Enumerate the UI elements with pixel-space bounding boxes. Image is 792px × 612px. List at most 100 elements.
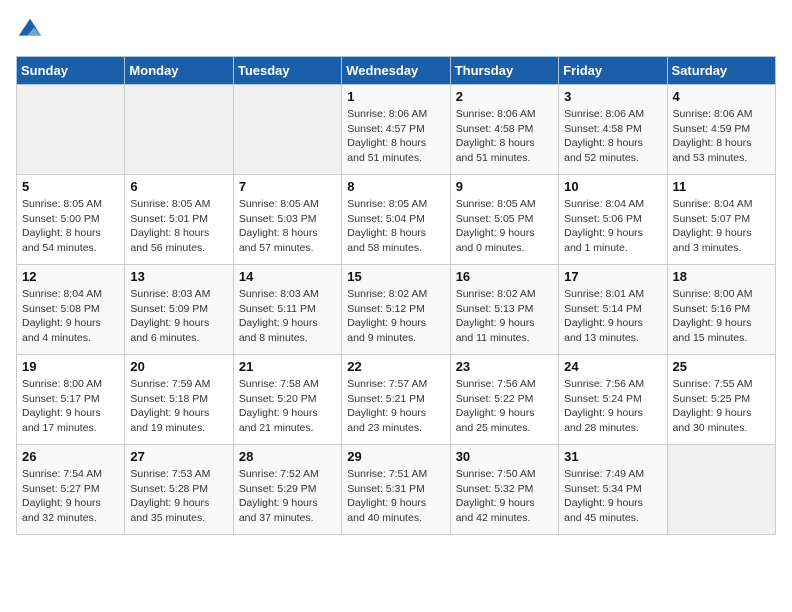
calendar-day-cell: 5 Sunrise: 8:05 AMSunset: 5:00 PMDayligh… [17,175,125,265]
header-sunday: Sunday [17,57,125,85]
calendar-day-cell [667,445,775,535]
day-info: Sunrise: 8:01 AMSunset: 5:14 PMDaylight:… [564,287,661,346]
calendar-day-cell: 15 Sunrise: 8:02 AMSunset: 5:12 PMDaylig… [342,265,450,355]
day-info: Sunrise: 8:04 AMSunset: 5:06 PMDaylight:… [564,197,661,256]
calendar-day-cell: 19 Sunrise: 8:00 AMSunset: 5:17 PMDaylig… [17,355,125,445]
day-number: 9 [456,179,553,194]
day-info: Sunrise: 7:49 AMSunset: 5:34 PMDaylight:… [564,467,661,526]
day-info: Sunrise: 8:03 AMSunset: 5:09 PMDaylight:… [130,287,227,346]
day-info: Sunrise: 8:02 AMSunset: 5:12 PMDaylight:… [347,287,444,346]
day-number: 22 [347,359,444,374]
calendar-day-cell: 12 Sunrise: 8:04 AMSunset: 5:08 PMDaylig… [17,265,125,355]
day-number: 29 [347,449,444,464]
day-number: 25 [673,359,770,374]
calendar-day-cell: 3 Sunrise: 8:06 AMSunset: 4:58 PMDayligh… [559,85,667,175]
day-number: 28 [239,449,336,464]
calendar-day-cell: 13 Sunrise: 8:03 AMSunset: 5:09 PMDaylig… [125,265,233,355]
calendar-day-cell: 23 Sunrise: 7:56 AMSunset: 5:22 PMDaylig… [450,355,558,445]
day-number: 18 [673,269,770,284]
calendar-body: 1 Sunrise: 8:06 AMSunset: 4:57 PMDayligh… [17,85,776,535]
day-info: Sunrise: 7:53 AMSunset: 5:28 PMDaylight:… [130,467,227,526]
day-info: Sunrise: 8:05 AMSunset: 5:05 PMDaylight:… [456,197,553,256]
calendar-day-cell: 7 Sunrise: 8:05 AMSunset: 5:03 PMDayligh… [233,175,341,265]
calendar-day-cell: 25 Sunrise: 7:55 AMSunset: 5:25 PMDaylig… [667,355,775,445]
day-number: 14 [239,269,336,284]
header-tuesday: Tuesday [233,57,341,85]
calendar-day-cell: 28 Sunrise: 7:52 AMSunset: 5:29 PMDaylig… [233,445,341,535]
day-info: Sunrise: 7:58 AMSunset: 5:20 PMDaylight:… [239,377,336,436]
day-number: 4 [673,89,770,104]
page-header [16,16,776,44]
day-number: 21 [239,359,336,374]
day-number: 30 [456,449,553,464]
day-info: Sunrise: 7:59 AMSunset: 5:18 PMDaylight:… [130,377,227,436]
calendar-day-cell: 10 Sunrise: 8:04 AMSunset: 5:06 PMDaylig… [559,175,667,265]
calendar-day-cell: 9 Sunrise: 8:05 AMSunset: 5:05 PMDayligh… [450,175,558,265]
calendar-day-cell: 21 Sunrise: 7:58 AMSunset: 5:20 PMDaylig… [233,355,341,445]
calendar-week-row: 1 Sunrise: 8:06 AMSunset: 4:57 PMDayligh… [17,85,776,175]
day-info: Sunrise: 8:03 AMSunset: 5:11 PMDaylight:… [239,287,336,346]
day-info: Sunrise: 7:50 AMSunset: 5:32 PMDaylight:… [456,467,553,526]
day-info: Sunrise: 8:00 AMSunset: 5:16 PMDaylight:… [673,287,770,346]
calendar-day-cell [233,85,341,175]
calendar-day-cell: 17 Sunrise: 8:01 AMSunset: 5:14 PMDaylig… [559,265,667,355]
day-number: 8 [347,179,444,194]
day-number: 16 [456,269,553,284]
calendar-day-cell: 22 Sunrise: 7:57 AMSunset: 5:21 PMDaylig… [342,355,450,445]
day-number: 17 [564,269,661,284]
day-info: Sunrise: 8:05 AMSunset: 5:01 PMDaylight:… [130,197,227,256]
calendar-day-cell: 20 Sunrise: 7:59 AMSunset: 5:18 PMDaylig… [125,355,233,445]
day-info: Sunrise: 8:05 AMSunset: 5:00 PMDaylight:… [22,197,119,256]
header-saturday: Saturday [667,57,775,85]
calendar-day-cell: 18 Sunrise: 8:00 AMSunset: 5:16 PMDaylig… [667,265,775,355]
day-number: 19 [22,359,119,374]
calendar-week-row: 5 Sunrise: 8:05 AMSunset: 5:00 PMDayligh… [17,175,776,265]
day-number: 24 [564,359,661,374]
calendar-day-cell: 24 Sunrise: 7:56 AMSunset: 5:24 PMDaylig… [559,355,667,445]
logo [16,16,48,44]
calendar-week-row: 19 Sunrise: 8:00 AMSunset: 5:17 PMDaylig… [17,355,776,445]
day-info: Sunrise: 8:05 AMSunset: 5:03 PMDaylight:… [239,197,336,256]
day-number: 23 [456,359,553,374]
day-number: 26 [22,449,119,464]
calendar-day-cell: 29 Sunrise: 7:51 AMSunset: 5:31 PMDaylig… [342,445,450,535]
day-info: Sunrise: 7:54 AMSunset: 5:27 PMDaylight:… [22,467,119,526]
day-number: 11 [673,179,770,194]
day-info: Sunrise: 7:51 AMSunset: 5:31 PMDaylight:… [347,467,444,526]
day-number: 7 [239,179,336,194]
day-info: Sunrise: 7:52 AMSunset: 5:29 PMDaylight:… [239,467,336,526]
day-number: 31 [564,449,661,464]
day-info: Sunrise: 8:02 AMSunset: 5:13 PMDaylight:… [456,287,553,346]
calendar-day-cell [17,85,125,175]
day-info: Sunrise: 7:56 AMSunset: 5:24 PMDaylight:… [564,377,661,436]
calendar-day-cell: 4 Sunrise: 8:06 AMSunset: 4:59 PMDayligh… [667,85,775,175]
logo-icon [16,16,44,44]
calendar-day-cell: 11 Sunrise: 8:04 AMSunset: 5:07 PMDaylig… [667,175,775,265]
day-info: Sunrise: 8:04 AMSunset: 5:08 PMDaylight:… [22,287,119,346]
day-number: 3 [564,89,661,104]
calendar-table: Sunday Monday Tuesday Wednesday Thursday… [16,56,776,535]
header-monday: Monday [125,57,233,85]
calendar-week-row: 26 Sunrise: 7:54 AMSunset: 5:27 PMDaylig… [17,445,776,535]
calendar-header: Sunday Monday Tuesday Wednesday Thursday… [17,57,776,85]
calendar-day-cell: 1 Sunrise: 8:06 AMSunset: 4:57 PMDayligh… [342,85,450,175]
day-info: Sunrise: 7:56 AMSunset: 5:22 PMDaylight:… [456,377,553,436]
day-info: Sunrise: 8:06 AMSunset: 4:58 PMDaylight:… [564,107,661,166]
calendar-day-cell: 31 Sunrise: 7:49 AMSunset: 5:34 PMDaylig… [559,445,667,535]
day-info: Sunrise: 8:06 AMSunset: 4:58 PMDaylight:… [456,107,553,166]
calendar-day-cell: 16 Sunrise: 8:02 AMSunset: 5:13 PMDaylig… [450,265,558,355]
calendar-day-cell: 27 Sunrise: 7:53 AMSunset: 5:28 PMDaylig… [125,445,233,535]
calendar-day-cell: 30 Sunrise: 7:50 AMSunset: 5:32 PMDaylig… [450,445,558,535]
day-number: 12 [22,269,119,284]
day-info: Sunrise: 7:57 AMSunset: 5:21 PMDaylight:… [347,377,444,436]
day-number: 13 [130,269,227,284]
day-info: Sunrise: 8:05 AMSunset: 5:04 PMDaylight:… [347,197,444,256]
day-number: 20 [130,359,227,374]
day-number: 6 [130,179,227,194]
header-friday: Friday [559,57,667,85]
day-info: Sunrise: 7:55 AMSunset: 5:25 PMDaylight:… [673,377,770,436]
day-info: Sunrise: 8:04 AMSunset: 5:07 PMDaylight:… [673,197,770,256]
header-wednesday: Wednesday [342,57,450,85]
calendar-day-cell [125,85,233,175]
header-thursday: Thursday [450,57,558,85]
